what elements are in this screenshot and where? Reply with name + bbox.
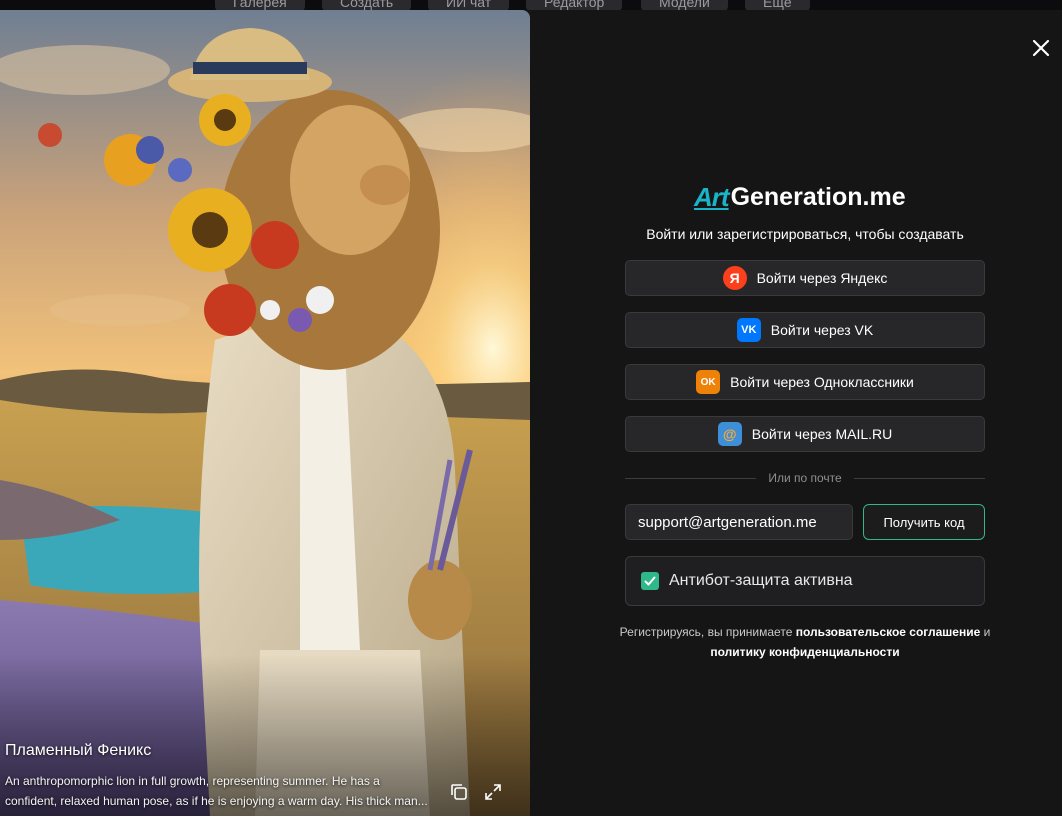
login-yandex-button[interactable]: Я Войти через Яндекс — [625, 260, 985, 296]
privacy-policy-link[interactable]: политику конфиденциальности — [710, 645, 899, 659]
logo-name: Generation.me — [730, 182, 906, 211]
get-code-button[interactable]: Получить код — [863, 504, 985, 540]
login-subtitle: Войти или зарегистрироваться, чтобы созд… — [646, 226, 964, 242]
expand-icon[interactable] — [483, 782, 503, 802]
vk-icon: VK — [736, 318, 761, 342]
login-modal: Пламенный Феникс An anthropomorphic lion… — [0, 10, 1062, 816]
mailru-icon: @ — [717, 422, 742, 446]
antibot-panel: Антибот-защита активна — [625, 556, 985, 606]
login-yandex-label: Войти через Яндекс — [756, 270, 888, 286]
yandex-icon: Я — [722, 266, 747, 290]
artwork-title: Пламенный Феникс — [5, 742, 152, 759]
artwork-preview: Пламенный Феникс An anthropomorphic lion… — [0, 10, 530, 816]
email-divider: Или по почте — [625, 470, 985, 486]
terms-prefix: Регистрируясь, вы принимаете — [619, 625, 793, 639]
logo-mark: Art — [694, 181, 730, 212]
antibot-label: Антибот-защита активна — [669, 572, 853, 589]
login-ok-label: Войти через Одноклассники — [730, 374, 914, 390]
close-icon[interactable] — [1029, 36, 1053, 60]
login-mailru-button[interactable]: @ Войти через MAIL.RU — [625, 416, 985, 452]
check-icon — [644, 576, 656, 586]
login-mailru-label: Войти через MAIL.RU — [751, 426, 893, 442]
divider-line-right — [853, 477, 985, 479]
terms-and: и — [983, 625, 991, 639]
terms-text: Регистрируясь, вы принимаете пользовател… — [610, 622, 1000, 662]
brand-logo: Art Generation.me — [694, 180, 906, 214]
login-ok-button[interactable]: OK Войти через Одноклассники — [625, 364, 985, 400]
divider-text: Или по почте — [768, 471, 842, 485]
login-vk-label: Войти через VK — [770, 322, 874, 338]
email-input[interactable] — [625, 504, 853, 540]
artwork-description: An anthropomorphic lion in full growth, … — [5, 774, 428, 808]
copy-icon[interactable] — [449, 782, 469, 802]
user-agreement-link[interactable]: пользовательское соглашение — [796, 625, 981, 639]
login-vk-button[interactable]: VK Войти через VK — [625, 312, 985, 348]
odnoklassniki-icon: OK — [696, 370, 721, 394]
divider-line-left — [625, 477, 757, 479]
artwork-image — [0, 10, 530, 816]
antibot-checkbox[interactable] — [641, 572, 659, 590]
